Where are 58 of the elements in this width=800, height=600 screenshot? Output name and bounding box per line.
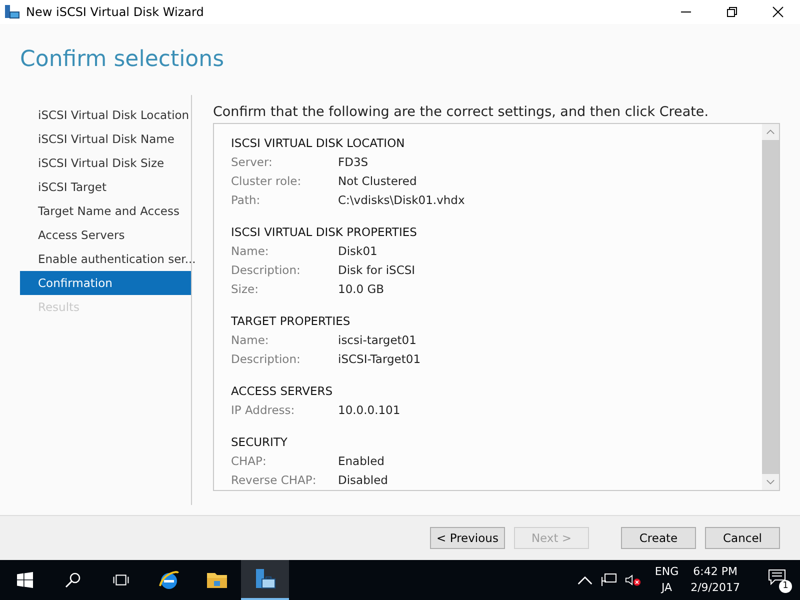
wizard-step[interactable]: iSCSI Target (20, 175, 191, 199)
field-label: Description: (231, 351, 302, 368)
section-title: TARGET PROPERTIES (231, 313, 352, 330)
field-value: 10.0 GB (338, 281, 384, 298)
field-label: IP Address: (231, 402, 296, 419)
wizard-step[interactable]: iSCSI Virtual Disk Location (20, 103, 191, 127)
section-title: ACCESS SERVERS (231, 383, 334, 400)
app-icon (4, 4, 20, 20)
task-view-icon[interactable] (113, 572, 129, 588)
field-label: Name: (231, 332, 270, 349)
server-briefcase-icon (253, 567, 277, 591)
field-value: Disabled (338, 472, 388, 489)
scroll-down-icon[interactable] (766, 479, 775, 485)
page-heading: Confirm selections (20, 47, 224, 72)
wizard-step[interactable]: iSCSI Virtual Disk Size (20, 151, 191, 175)
field-value: iscsi-target01 (338, 332, 416, 349)
wizard-step[interactable]: Access Servers (20, 223, 191, 247)
scroll-up-icon[interactable] (766, 129, 775, 135)
field-value: iSCSI-Target01 (338, 351, 421, 368)
language-indicator[interactable]: ENG (654, 564, 679, 580)
section-title: ISCSI VIRTUAL DISK PROPERTIES (231, 224, 418, 241)
input-method-indicator[interactable]: JA (661, 580, 672, 596)
field-value: Enabled (338, 453, 384, 470)
wizard-step[interactable]: iSCSI Virtual Disk Name (20, 127, 191, 151)
browser-icon (157, 568, 181, 592)
wizard-step[interactable]: Confirmation (20, 271, 191, 295)
wizard-button[interactable]: < Previous (430, 527, 505, 549)
field-label: Name: (231, 243, 270, 260)
start-icon[interactable] (17, 572, 33, 588)
field-label: Size: (231, 281, 260, 298)
field-value: Disk for iSCSI (338, 262, 416, 279)
search-icon[interactable] (65, 572, 81, 588)
field-value: Not Clustered (338, 173, 417, 190)
field-label: Reverse CHAP: (231, 472, 318, 489)
field-value: FD3S (338, 154, 368, 171)
volume-muted-icon[interactable] (624, 573, 641, 587)
window-title: New iSCSI Virtual Disk Wizard (26, 5, 204, 19)
close-icon[interactable] (772, 6, 784, 18)
taskbar-app[interactable] (241, 560, 289, 600)
section-title: SECURITY (231, 434, 288, 451)
clock-date[interactable]: 2/9/2017 (690, 580, 740, 596)
field-value: 10.0.0.101 (338, 402, 400, 419)
field-label: Server: (231, 154, 274, 171)
notification-count: 1 (779, 580, 792, 593)
clock-time[interactable]: 6:42 PM (693, 564, 738, 580)
restore-icon[interactable] (726, 6, 738, 18)
field-value: Disk01 (338, 243, 378, 260)
network-icon[interactable] (600, 573, 617, 587)
wizard-button[interactable]: Cancel (705, 527, 780, 549)
wizard-button[interactable]: Create (621, 527, 696, 549)
section-title: ISCSI VIRTUAL DISK LOCATION (231, 135, 406, 152)
field-value: C:\vdisks\Disk01.vhdx (338, 192, 465, 209)
field-label: CHAP: (231, 453, 268, 470)
instruction-text: Confirm that the following are the correct settings, and then click Create. (213, 103, 710, 122)
field-label: Path: (231, 192, 262, 209)
field-label: Description: (231, 262, 302, 279)
field-label: Cluster role: (231, 173, 302, 190)
wizard-step[interactable]: Target Name and Access (20, 199, 191, 223)
